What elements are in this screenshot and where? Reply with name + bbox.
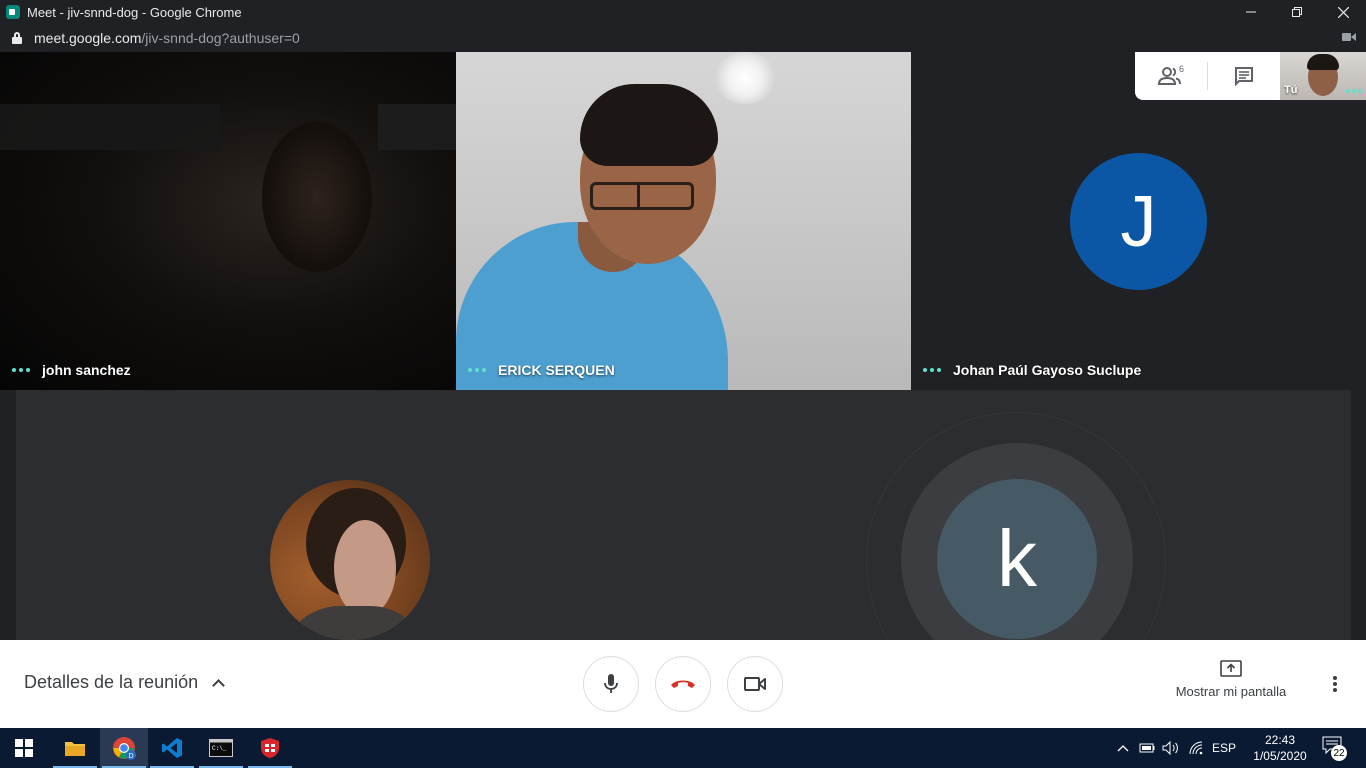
participant-name-tag: ERICK SERQUEN	[468, 362, 615, 378]
taskbar-app[interactable]	[246, 728, 294, 768]
windows-logo-icon	[15, 739, 33, 757]
top-right-panel: 6 Tú	[1135, 52, 1366, 100]
action-center-button[interactable]: 22	[1322, 736, 1347, 761]
present-screen-label: Mostrar mi pantalla	[1175, 684, 1287, 699]
present-screen-icon	[1220, 660, 1242, 677]
address-bar[interactable]: meet.google.com/jiv-snnd-dog?authuser=0	[0, 24, 1366, 52]
meet-favicon-icon	[6, 5, 20, 19]
camera-button[interactable]	[727, 656, 783, 712]
chevron-up-icon	[1117, 745, 1129, 752]
taskbar-vscode[interactable]	[148, 728, 196, 768]
svg-text:C:\_: C:\_	[212, 745, 227, 752]
background-lamp	[378, 104, 456, 150]
participant-avatar: k	[937, 479, 1097, 639]
self-label: Tú	[1284, 84, 1298, 96]
hang-up-icon	[671, 680, 695, 688]
audio-indicator-icon	[1346, 89, 1362, 93]
meeting-details-button[interactable]: Detalles de la reunión	[24, 672, 225, 693]
more-vert-icon	[1333, 676, 1337, 680]
meeting-stage: john sanchez ERICK SERQUEN J Johan Paúl …	[0, 52, 1366, 640]
audio-indicator-icon	[12, 368, 30, 372]
people-button[interactable]: 6	[1135, 52, 1207, 100]
url-text[interactable]: meet.google.com/jiv-snnd-dog?authuser=0	[34, 30, 300, 46]
battery-button[interactable]	[1137, 728, 1157, 768]
call-controls-bar: Detalles de la reunión Mostrar mi pantal…	[0, 640, 1366, 728]
video-camera-icon	[744, 677, 766, 691]
language-indicator[interactable]: ESP	[1210, 728, 1238, 768]
present-screen-button[interactable]: Mostrar mi pantalla	[1168, 660, 1294, 699]
participant-tile-3[interactable]: J Johan Paúl Gayoso Suclupe	[911, 52, 1366, 390]
taskbar-terminal[interactable]: C:\_	[197, 728, 245, 768]
audio-indicator-icon	[923, 368, 941, 372]
chevron-up-icon	[212, 678, 225, 692]
speaker-icon	[1162, 741, 1178, 755]
wifi-icon	[1189, 741, 1203, 755]
audio-indicator-icon	[468, 368, 486, 372]
tray-chevron-up-button[interactable]	[1113, 728, 1133, 768]
participant-tile-2[interactable]: ERICK SERQUEN	[456, 52, 911, 390]
url-host: meet.google.com	[34, 30, 142, 46]
shield-app-icon	[261, 738, 279, 758]
taskbar-file-explorer[interactable]	[51, 728, 99, 768]
clock-date: 1/05/2020	[1253, 749, 1307, 763]
minimize-button[interactable]	[1228, 0, 1274, 24]
folder-icon	[65, 742, 85, 756]
lock-icon[interactable]	[12, 32, 22, 44]
participant-tile-1[interactable]: john sanchez	[0, 52, 456, 390]
clock-time: 22:43	[1264, 733, 1296, 747]
chrome-icon: D	[113, 737, 136, 760]
restore-icon	[1292, 7, 1302, 17]
chat-button[interactable]	[1208, 52, 1280, 100]
start-button[interactable]	[0, 728, 48, 768]
ceiling-light	[714, 52, 776, 104]
participant-name-tag: Johan Paúl Gayoso Suclupe	[923, 362, 1141, 378]
terminal-icon: C:\_	[209, 739, 233, 757]
participant-name: john sanchez	[42, 362, 131, 378]
end-call-button[interactable]	[655, 656, 711, 712]
people-count: 6	[1179, 64, 1185, 74]
volume-button[interactable]	[1160, 728, 1182, 768]
microphone-button[interactable]	[583, 656, 639, 712]
close-button[interactable]	[1320, 0, 1366, 24]
notification-count: 22	[1331, 745, 1347, 761]
close-icon	[1337, 6, 1349, 18]
battery-icon	[1139, 743, 1155, 753]
chat-icon	[1235, 67, 1253, 86]
restore-button[interactable]	[1274, 0, 1320, 24]
taskbar-chrome[interactable]: D	[100, 728, 148, 768]
participant-name: Johan Paúl Gayoso Suclupe	[953, 362, 1142, 378]
camera-in-use-icon[interactable]	[1342, 32, 1356, 42]
window-title: Meet - jiv-snnd-dog - Google Chrome	[27, 4, 242, 20]
participant-avatar: J	[1070, 153, 1207, 290]
participant-video	[262, 122, 372, 272]
background-lamp	[0, 104, 220, 150]
participant-name-tag: john sanchez	[12, 362, 131, 378]
url-path: /jiv-snnd-dog?authuser=0	[141, 30, 300, 46]
window-titlebar: Meet - jiv-snnd-dog - Google Chrome	[0, 0, 1366, 24]
self-view-thumbnail[interactable]: Tú	[1280, 52, 1366, 100]
participant-avatar-photo	[270, 480, 430, 640]
meeting-details-label: Detalles de la reunión	[24, 672, 199, 692]
network-button[interactable]	[1186, 728, 1208, 768]
vscode-icon	[162, 738, 182, 758]
participant-name: ERICK SERQUEN	[498, 362, 615, 378]
windows-taskbar: D C:\_ ESP 22:43 1/05/2020 22	[0, 728, 1366, 768]
taskbar-clock[interactable]: 22:43 1/05/2020	[1248, 732, 1312, 764]
svg-text:D: D	[128, 753, 133, 760]
more-options-button[interactable]	[1325, 674, 1345, 694]
microphone-icon	[604, 674, 618, 693]
participant-tile-row[interactable]: k	[16, 390, 1351, 640]
minimize-icon	[1246, 11, 1256, 13]
